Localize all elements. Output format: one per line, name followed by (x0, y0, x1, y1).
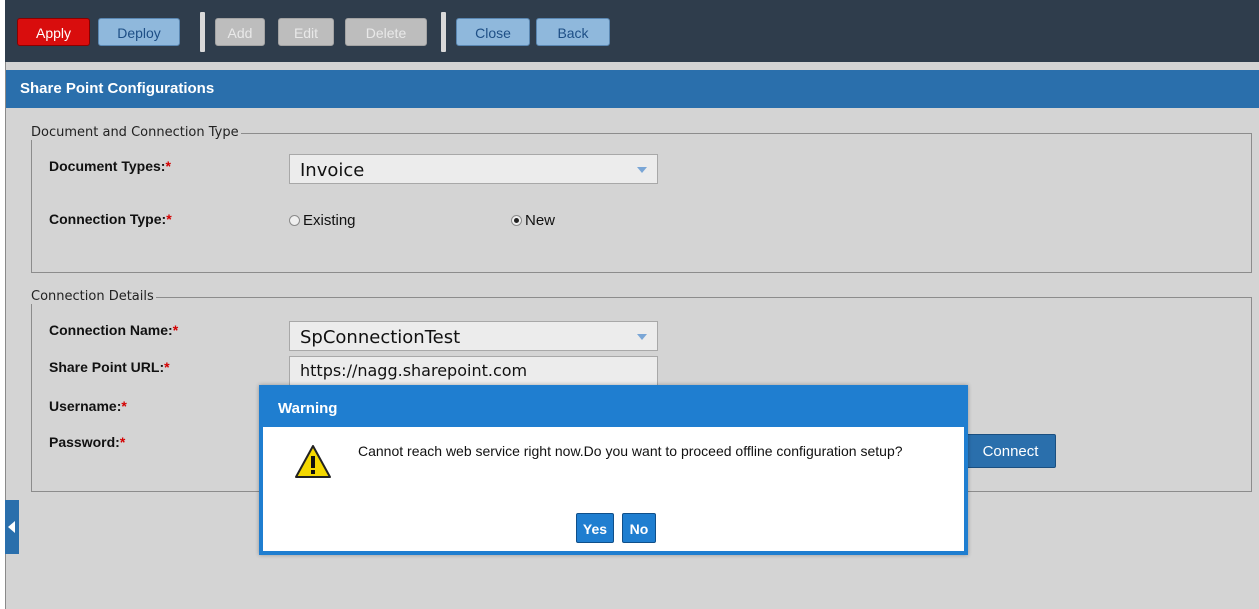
sidebar-toggle[interactable] (5, 500, 19, 554)
document-types-label: Document Types:* (49, 158, 171, 174)
fieldset-legend: Connection Details (31, 289, 156, 304)
connect-button[interactable]: Connect (965, 434, 1056, 468)
close-button[interactable]: Close (456, 18, 530, 46)
radio-existing[interactable]: Existing (289, 212, 356, 229)
toolbar-separator (441, 12, 446, 52)
dialog-message: Cannot reach web service right now.Do yo… (358, 443, 903, 459)
page-header: Share Point Configurations (6, 70, 1259, 108)
add-button[interactable]: Add (215, 18, 265, 46)
fieldset-legend: Document and Connection Type (31, 125, 241, 140)
chevron-down-icon (637, 167, 647, 173)
chevron-left-icon (8, 521, 15, 533)
share-point-url-input[interactable]: https://nagg.sharepoint.com (289, 356, 658, 386)
password-label: Password:* (49, 434, 126, 450)
yes-button[interactable]: Yes (576, 513, 614, 543)
connection-name-select[interactable]: SpConnectionTest (289, 321, 658, 351)
back-button[interactable]: Back (536, 18, 610, 46)
share-point-url-label: Share Point URL:* (49, 359, 170, 375)
connection-type-label: Connection Type:* (49, 211, 172, 227)
warning-dialog: Warning Cannot reach web service right n… (259, 385, 968, 555)
page-title: Share Point Configurations (20, 80, 215, 97)
toolbar-separator (200, 12, 205, 52)
dialog-titlebar: Warning (263, 389, 964, 427)
deploy-button[interactable]: Deploy (98, 18, 180, 46)
connection-name-value: SpConnectionTest (300, 327, 461, 348)
dialog-title: Warning (278, 400, 338, 417)
connection-name-label: Connection Name:* (49, 322, 179, 338)
warning-icon (295, 445, 331, 478)
delete-button[interactable]: Delete (345, 18, 427, 46)
username-label: Username:* (49, 398, 127, 414)
edit-button[interactable]: Edit (278, 18, 334, 46)
toolbar: Apply Deploy Add Edit Delete Close Back (5, 0, 1259, 62)
chevron-down-icon (637, 334, 647, 340)
no-button[interactable]: No (622, 513, 656, 543)
apply-button[interactable]: Apply (17, 18, 90, 46)
radio-new[interactable]: New (511, 212, 555, 229)
share-point-url-value: https://nagg.sharepoint.com (300, 361, 528, 380)
document-types-value: Invoice (300, 160, 365, 181)
radio-unselected-icon (289, 215, 300, 226)
document-types-select[interactable]: Invoice (289, 154, 658, 184)
radio-selected-icon (511, 215, 522, 226)
